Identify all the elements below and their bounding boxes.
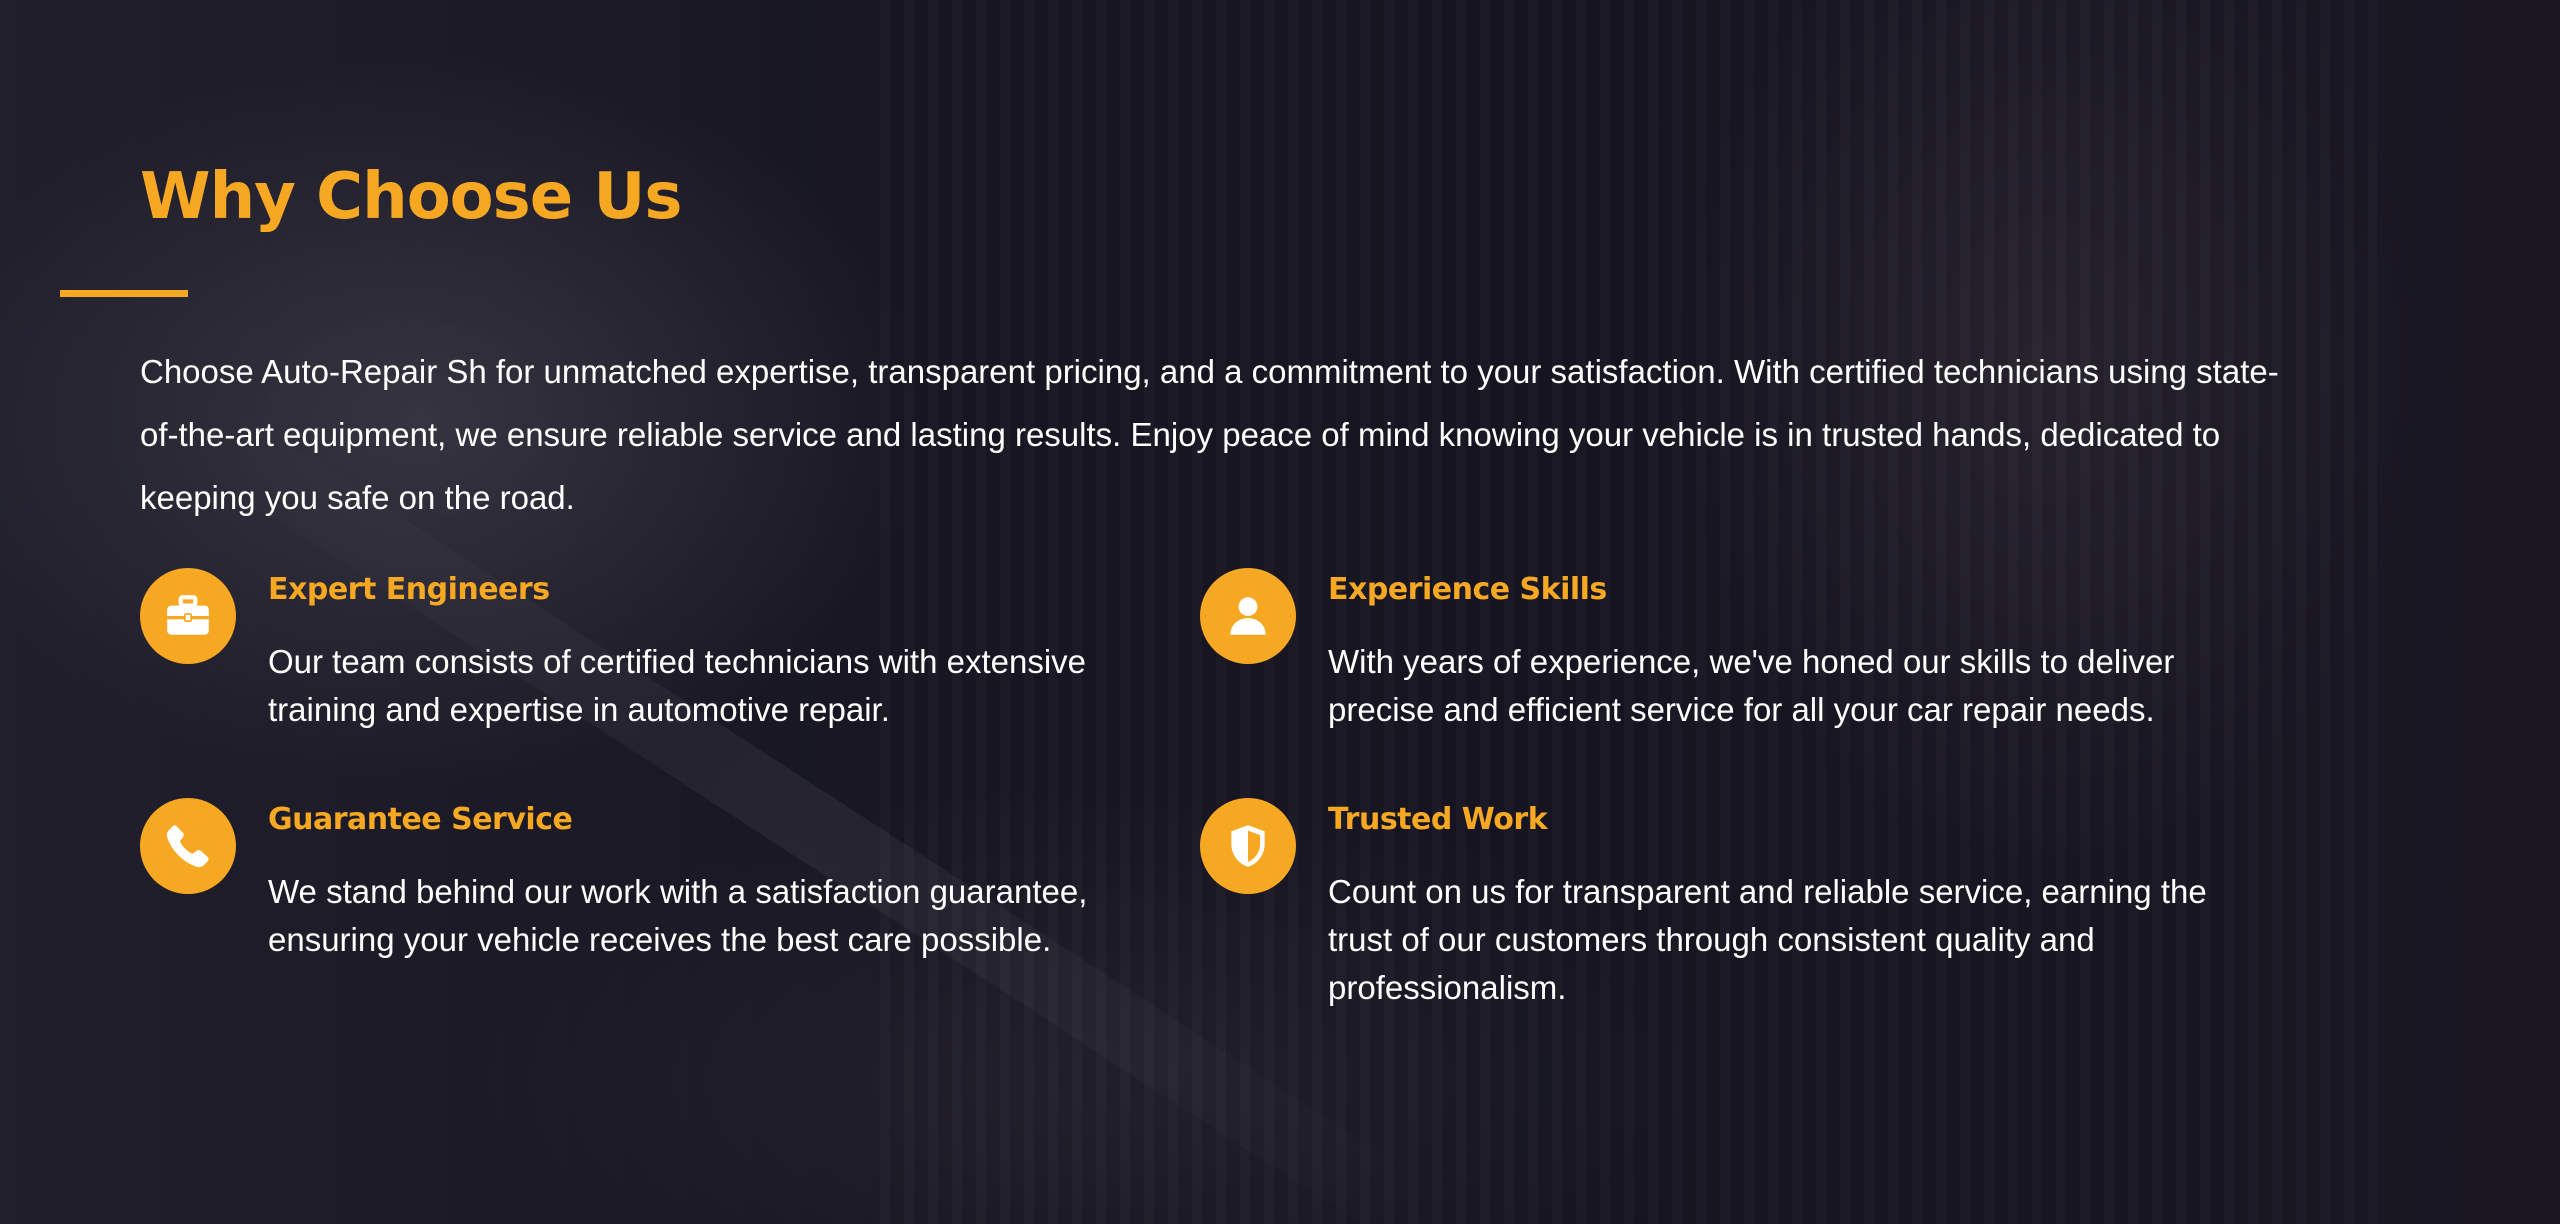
feature-description: With years of experience, we've honed ou… [1328,643,2175,728]
why-choose-us-section: Why Choose Us Choose Auto-Repair Sh for … [0,0,2560,1224]
user-icon [1200,568,1296,664]
feature-description: Our team consists of certified technicia… [268,643,1087,728]
feature-title: Expert Engineers [268,572,550,607]
feature-title: Trusted Work [1328,802,1548,837]
briefcase-icon [140,568,236,664]
feature-description: Count on us for transparent and reliable… [1328,873,2207,1006]
feature-description: We stand behind our work with a satisfac… [268,873,1088,958]
section-title: Why Choose Us [140,160,682,234]
feature-title: Experience Skills [1328,572,1607,607]
phone-icon [140,798,236,894]
feature-title: Guarantee Service [268,802,573,837]
shield-icon [1200,798,1296,894]
title-underline [60,290,188,297]
background-texture [880,0,2380,1224]
section-intro: Choose Auto-Repair Sh for unmatched expe… [140,353,2279,516]
